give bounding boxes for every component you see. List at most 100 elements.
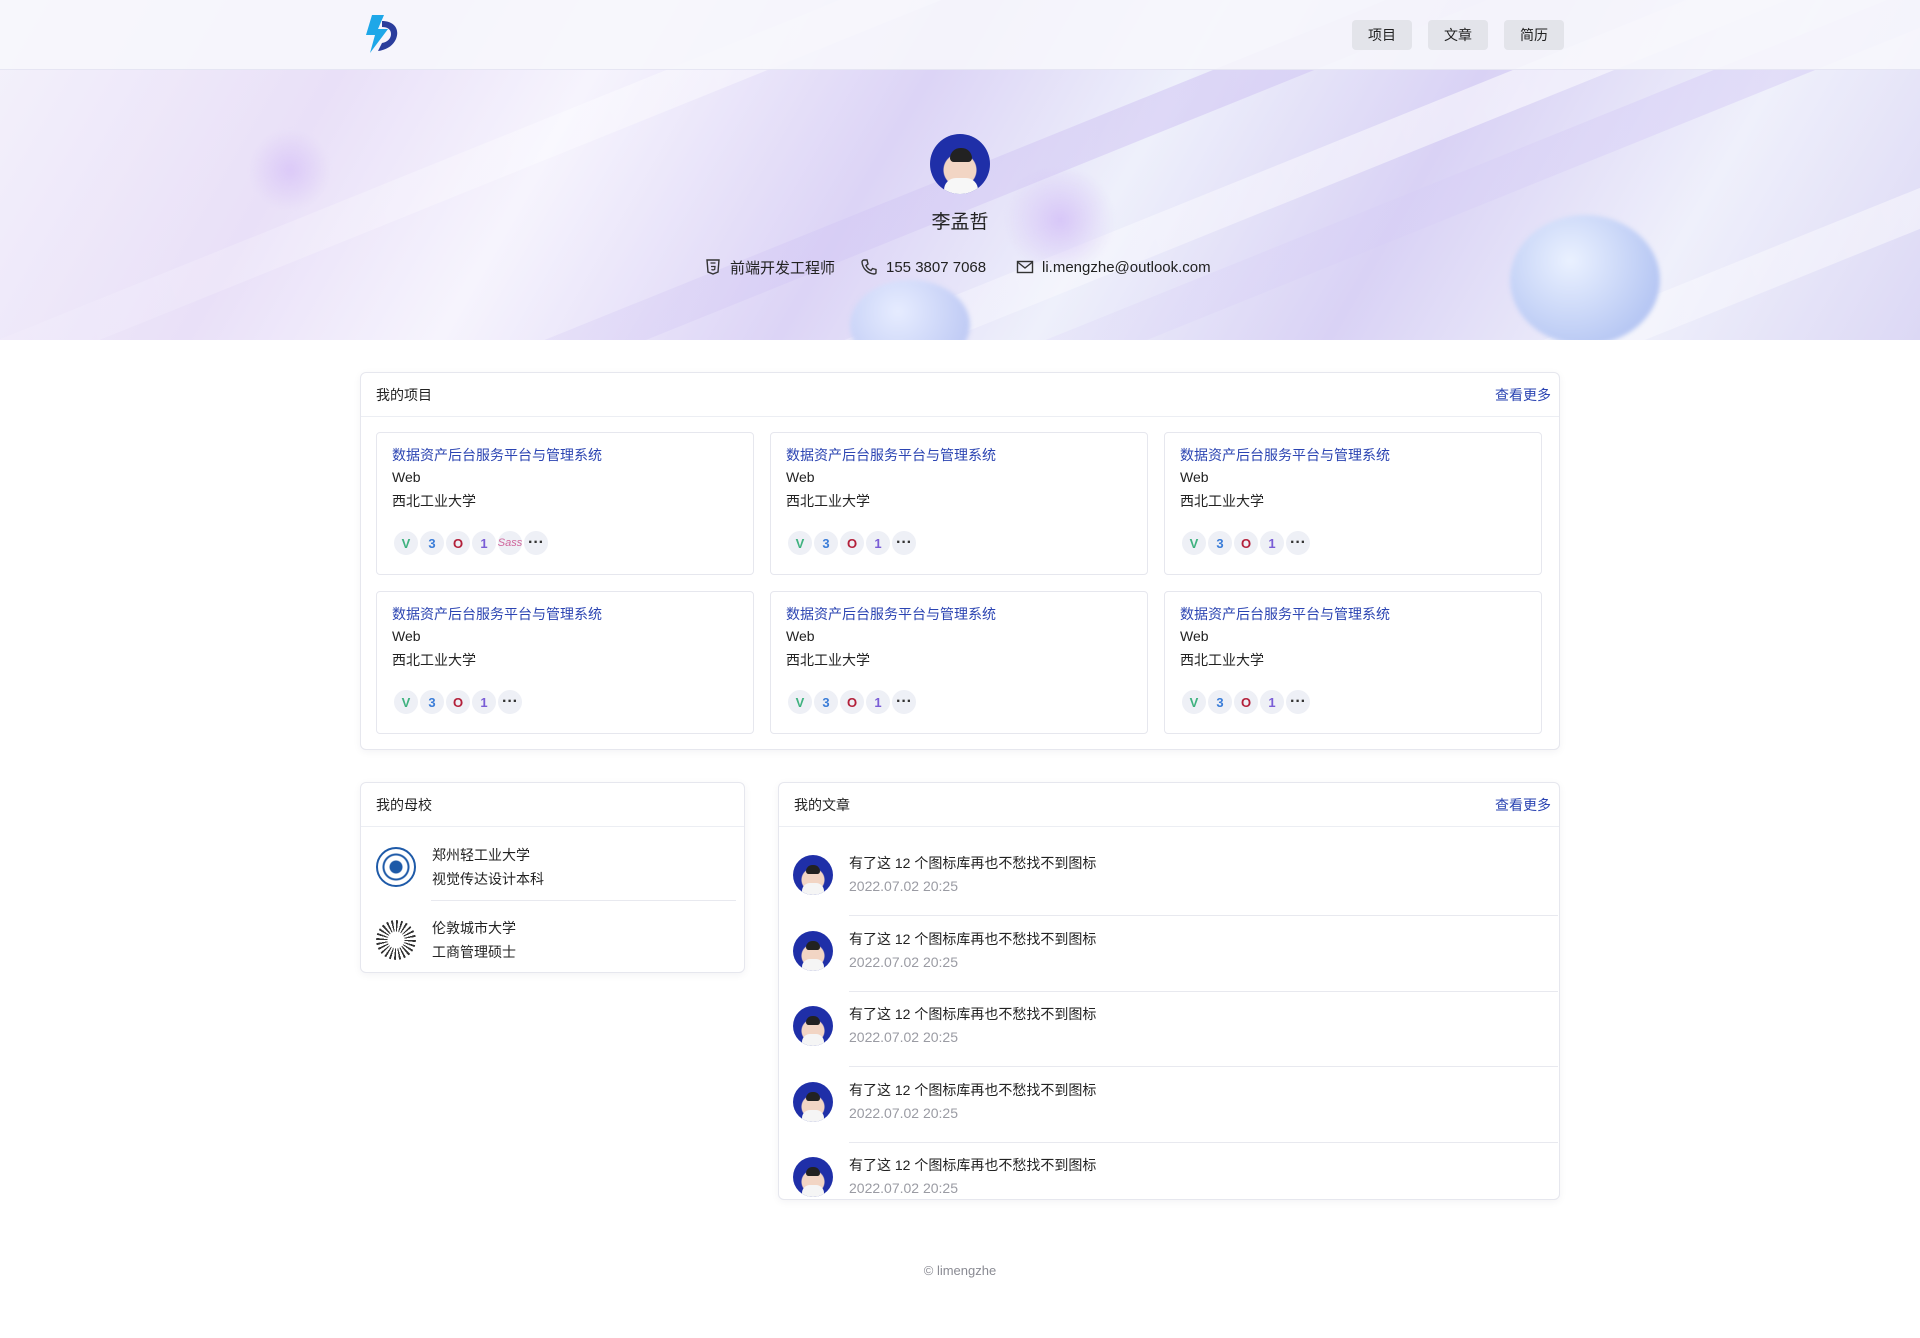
- project-type: Web: [392, 469, 421, 485]
- footer-copyright: © limengzhe: [923, 1263, 997, 1278]
- typescript-icon: 3: [1206, 529, 1234, 557]
- articles-card: 我的文章 查看更多 有了这 12 个图标库再也不愁找不到图标 2022.07.02…: [778, 782, 1560, 1200]
- project-tile[interactable]: 数据资产后台服务平台与管理系统 Web 西北工业大学 V 3 O 1 ···: [376, 591, 754, 734]
- project-title[interactable]: 数据资产后台服务平台与管理系统: [786, 604, 1132, 624]
- author-avatar: [793, 855, 833, 895]
- project-type: Web: [786, 469, 815, 485]
- sass-icon: Sass: [496, 529, 524, 557]
- project-tile[interactable]: 数据资产后台服务平台与管理系统 Web 西北工业大学 V 3 O 1 ···: [770, 432, 1148, 575]
- article-item[interactable]: 有了这 12 个图标库再也不愁找不到图标 2022.07.02 20:25: [793, 917, 1558, 992]
- top-nav: 项目 文章 简历: [0, 0, 1920, 70]
- nav-resume[interactable]: 简历: [1504, 20, 1564, 50]
- nav-articles[interactable]: 文章: [1428, 20, 1488, 50]
- more-icon[interactable]: ···: [890, 688, 918, 716]
- jit-icon: 1: [864, 529, 892, 557]
- article-date: 2022.07.02 20:25: [849, 1029, 958, 1045]
- article-title[interactable]: 有了这 12 个图标库再也不愁找不到图标: [849, 1080, 1096, 1100]
- vue-icon: V: [786, 529, 814, 557]
- profile-email: li.mengzhe@outlook.com: [1016, 256, 1211, 278]
- vue-icon: V: [392, 688, 420, 716]
- school-name: 伦敦城市大学: [432, 920, 516, 936]
- projects-card: 我的项目 查看更多 数据资产后台服务平台与管理系统 Web 西北工业大学 V 3 O 1 Sa…: [360, 372, 1560, 750]
- vue-icon: V: [392, 529, 420, 557]
- opensearch-icon: O: [444, 688, 472, 716]
- email-text[interactable]: li.mengzhe@outlook.com: [1042, 259, 1211, 276]
- jit-icon: 1: [1258, 688, 1286, 716]
- university-emblem-icon: [376, 920, 416, 960]
- author-avatar: [793, 930, 833, 971]
- school-item[interactable]: 郑州轻工业大学 视觉传达设计本科: [376, 838, 731, 896]
- role-text: 前端开发工程师: [730, 259, 836, 277]
- schools-card: 我的母校 郑州轻工业大学 视觉传达设计本科 伦敦城市大学 工商管理硕士: [360, 782, 745, 973]
- projects-title: 我的项目: [376, 386, 432, 403]
- profile-avatar: [930, 134, 990, 194]
- project-tech-tags: V 3 O 1 ···: [1180, 688, 1312, 716]
- project-org: 西北工业大学: [392, 493, 476, 509]
- projects-more-link[interactable]: 查看更多: [1495, 385, 1551, 405]
- school-name: 郑州轻工业大学: [432, 847, 530, 863]
- article-title[interactable]: 有了这 12 个图标库再也不愁找不到图标: [849, 929, 1096, 949]
- article-date: 2022.07.02 20:25: [849, 1104, 958, 1121]
- article-item[interactable]: 有了这 12 个图标库再也不愁找不到图标 2022.07.02 20:25: [793, 992, 1558, 1067]
- project-tech-tags: V 3 O 1 ···: [392, 688, 524, 716]
- article-date: 2022.07.02 20:25: [849, 1180, 958, 1196]
- article-item[interactable]: 有了这 12 个图标库再也不愁找不到图标 2022.07.02 20:25: [793, 841, 1558, 916]
- project-tile[interactable]: 数据资产后台服务平台与管理系统 Web 西北工业大学 V 3 O 1 ···: [1164, 432, 1542, 575]
- typescript-icon: 3: [1206, 688, 1234, 716]
- more-icon[interactable]: ···: [496, 688, 524, 716]
- more-icon[interactable]: ···: [1284, 529, 1312, 557]
- article-title[interactable]: 有了这 12 个图标库再也不愁找不到图标: [849, 1004, 1096, 1024]
- project-tech-tags: V 3 O 1 Sass ···: [392, 529, 550, 557]
- project-title[interactable]: 数据资产后台服务平台与管理系统: [1180, 445, 1526, 465]
- mail-icon: [1016, 260, 1034, 274]
- opensearch-icon: O: [838, 688, 866, 716]
- brand-logo-icon[interactable]: [358, 13, 404, 55]
- project-title[interactable]: 数据资产后台服务平台与管理系统: [786, 445, 1132, 465]
- author-avatar: [793, 1081, 833, 1122]
- articles-title: 我的文章: [794, 796, 850, 813]
- typescript-icon: 3: [812, 688, 840, 716]
- school-degree: 工商管理硕士: [432, 944, 516, 960]
- article-date: 2022.07.02 20:25: [849, 878, 958, 894]
- opensearch-icon: O: [444, 529, 472, 557]
- project-tile[interactable]: 数据资产后台服务平台与管理系统 Web 西北工业大学 V 3 O 1 Sass ···: [376, 432, 754, 575]
- university-emblem-icon: [376, 847, 416, 887]
- html5-shield-icon: [706, 259, 720, 275]
- jit-icon: 1: [470, 529, 498, 557]
- project-tile[interactable]: 数据资产后台服务平台与管理系统 Web 西北工业大学 V 3 O 1 ···: [770, 591, 1148, 734]
- project-title[interactable]: 数据资产后台服务平台与管理系统: [392, 445, 738, 465]
- opensearch-icon: O: [1232, 529, 1260, 557]
- project-type: Web: [392, 628, 421, 644]
- project-title[interactable]: 数据资产后台服务平台与管理系统: [392, 604, 738, 624]
- typescript-icon: 3: [418, 688, 446, 716]
- project-title[interactable]: 数据资产后台服务平台与管理系统: [1180, 604, 1526, 624]
- more-icon[interactable]: ···: [1284, 688, 1312, 716]
- jit-icon: 1: [1258, 529, 1286, 557]
- opensearch-icon: O: [1232, 688, 1260, 716]
- nav-projects[interactable]: 项目: [1352, 20, 1412, 50]
- more-icon[interactable]: ···: [890, 529, 918, 557]
- project-type: Web: [1180, 628, 1209, 644]
- school-item[interactable]: 伦敦城市大学 工商管理硕士: [376, 911, 731, 969]
- project-org: 西北工业大学: [392, 652, 476, 668]
- typescript-icon: 3: [418, 529, 446, 557]
- article-item[interactable]: 有了这 12 个图标库再也不愁找不到图标 2022.07.02 20:25: [793, 1143, 1558, 1218]
- article-title[interactable]: 有了这 12 个图标库再也不愁找不到图标: [849, 853, 1096, 873]
- author-avatar: [793, 1006, 833, 1046]
- project-org: 西北工业大学: [786, 652, 870, 668]
- phone-text[interactable]: 155 3807 7068: [886, 259, 986, 276]
- project-tech-tags: V 3 O 1 ···: [1180, 529, 1312, 557]
- article-item[interactable]: 有了这 12 个图标库再也不愁找不到图标 2022.07.02 20:25: [793, 1068, 1558, 1143]
- jit-icon: 1: [864, 688, 892, 716]
- profile-name: 李孟哲: [931, 212, 989, 233]
- author-avatar: [793, 1157, 833, 1197]
- profile-role: 前端开发工程师: [704, 256, 835, 278]
- vue-icon: V: [1180, 688, 1208, 716]
- opensearch-icon: O: [838, 529, 866, 557]
- more-icon[interactable]: ···: [522, 529, 550, 557]
- project-tile[interactable]: 数据资产后台服务平台与管理系统 Web 西北工业大学 V 3 O 1 ···: [1164, 591, 1542, 734]
- articles-more-link[interactable]: 查看更多: [1495, 795, 1551, 815]
- article-title[interactable]: 有了这 12 个图标库再也不愁找不到图标: [849, 1155, 1096, 1175]
- vue-icon: V: [786, 688, 814, 716]
- project-org: 西北工业大学: [1180, 493, 1264, 509]
